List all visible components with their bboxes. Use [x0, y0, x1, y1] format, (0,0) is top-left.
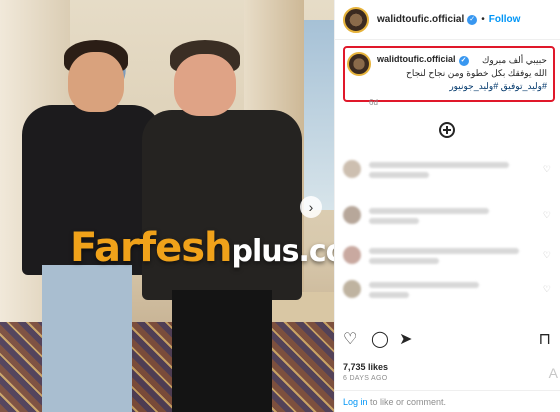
caption-avatar[interactable]	[347, 52, 371, 76]
comment-heart-icon[interactable]: ♡	[543, 284, 551, 295]
post-actions: ♡ ◯ ➤ ⊓	[343, 330, 555, 352]
post-photo[interactable]: ›	[0, 0, 334, 412]
share-icon[interactable]: ➤	[399, 330, 412, 350]
comment-blurred: ♡	[343, 244, 555, 270]
verified-badge-icon: ✓	[467, 14, 478, 25]
follow-button[interactable]: Follow	[489, 14, 521, 25]
caption-highlight: walidtoufic.official ✓ حبيبي ألف مبروك ال…	[343, 46, 555, 102]
heart-icon[interactable]: ♡	[343, 330, 357, 350]
login-prompt-text: to like or comment.	[367, 397, 447, 407]
comment-heart-icon[interactable]: ♡	[543, 250, 551, 261]
comment-icon[interactable]: ◯	[371, 330, 389, 350]
separator-dot: •	[481, 14, 485, 25]
ad-glyph: A	[548, 365, 558, 381]
login-prompt: Log in to like or comment.	[335, 390, 560, 412]
username-link[interactable]: walidtoufic.official	[377, 14, 464, 25]
likes-count[interactable]: 7,735 likes	[343, 362, 388, 372]
comment-blurred: ♡	[343, 204, 555, 230]
comment-heart-icon[interactable]: ♡	[543, 210, 551, 221]
comment-blurred: ♡	[343, 278, 555, 304]
post-header: walidtoufic.official ✓ • Follow	[335, 0, 560, 40]
watermark: Farfeshplus.com	[70, 225, 377, 271]
caption-line-1: حبيبي ألف مبروك	[481, 55, 547, 65]
caption-hashtags[interactable]: #وليد_توفيق #وليد_جونيور	[377, 80, 547, 93]
comment-heart-icon[interactable]: ♡	[543, 164, 551, 175]
caption-text: حبيبي ألف مبروك الله يوفقك بكل خطوة ومن …	[377, 54, 547, 93]
bookmark-icon[interactable]: ⊓	[539, 330, 551, 350]
caption-line-2: الله يوفقك بكل خطوة ومن نجاح لنجاح	[406, 68, 547, 78]
comment-blurred: ♡	[343, 158, 555, 184]
add-comment-icon[interactable]	[439, 122, 455, 138]
post-date: 6 DAYS AGO	[343, 375, 388, 382]
post-side-panel: walidtoufic.official ✓ • Follow walidtou…	[334, 0, 560, 412]
avatar[interactable]	[343, 6, 369, 33]
watermark-brand: Farfesh	[70, 225, 233, 271]
chevron-right-icon[interactable]: ›	[300, 196, 322, 218]
login-link[interactable]: Log in	[343, 397, 368, 407]
caption-time: 6d	[369, 98, 378, 107]
